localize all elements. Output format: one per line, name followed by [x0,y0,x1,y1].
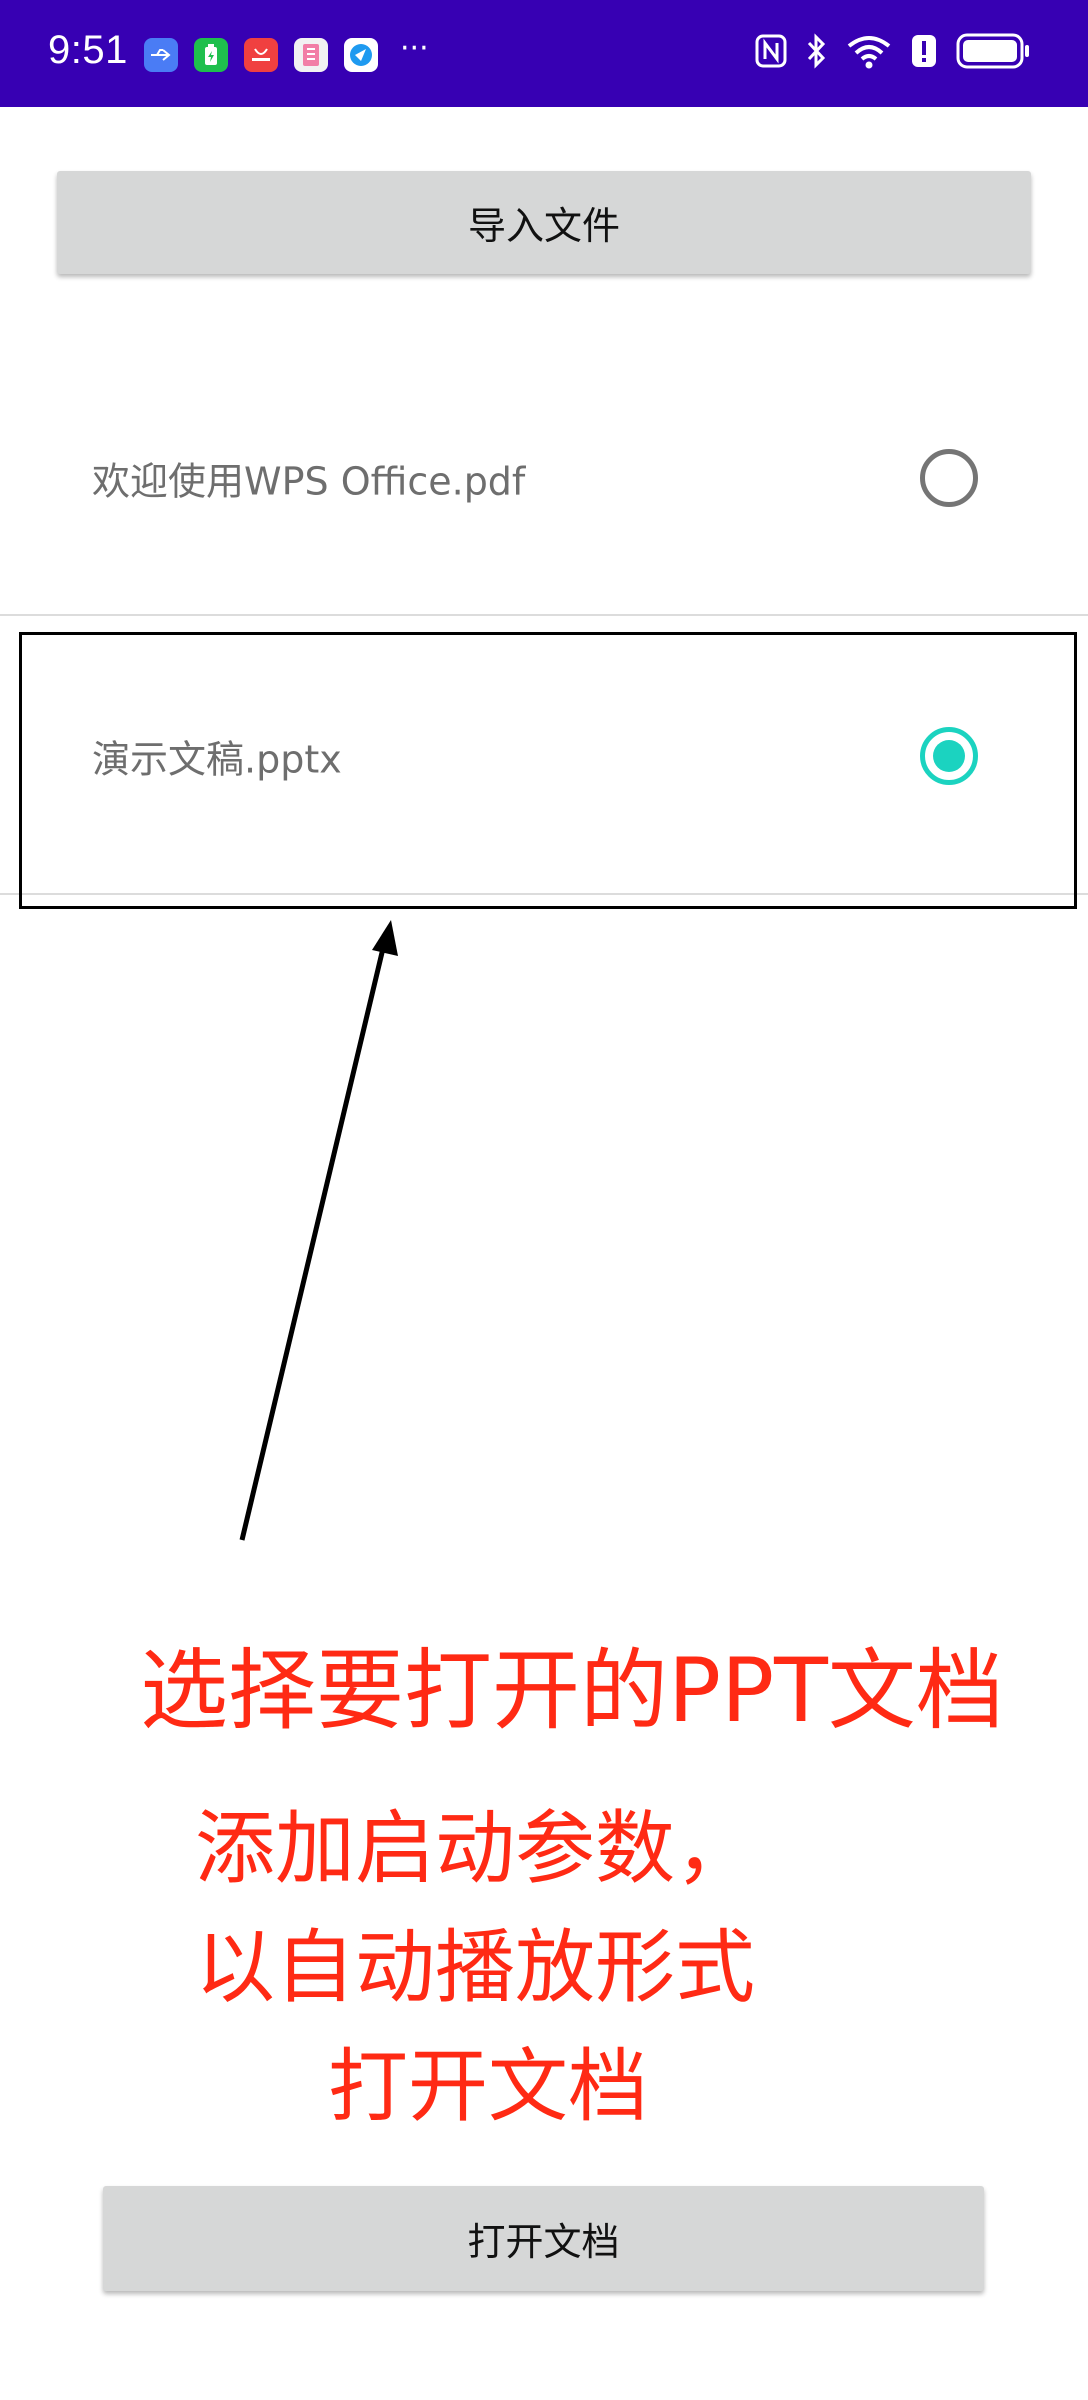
annotation-select-ppt: 选择要打开的PPT文档 [140,1639,1004,1742]
annotation-open-doc: 打开文档 [328,2040,648,2133]
annotation-add-params: 添加启动参数， [195,1802,755,1895]
annotation-autoplay: 以自动播放形式 [195,1921,755,2014]
open-document-button[interactable]: 打开文档 [103,2186,984,2291]
annotation-arrow [239,920,398,1541]
